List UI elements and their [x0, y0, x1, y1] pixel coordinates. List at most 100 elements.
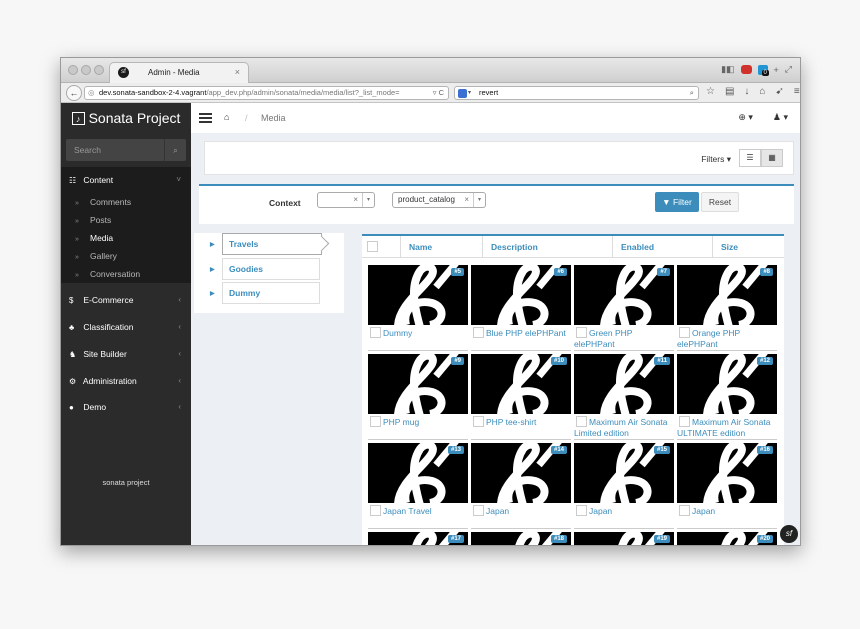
bookmark-star-icon[interactable]: ☆	[706, 86, 715, 97]
media-name-link[interactable]: Dummy	[383, 328, 412, 338]
sidebar-item-comments[interactable]: » Comments	[61, 193, 191, 211]
tree-item-travels[interactable]: ▶ Travels	[194, 233, 344, 257]
media-select-checkbox[interactable]	[679, 327, 690, 338]
media-card[interactable]: #20	[677, 532, 777, 545]
media-thumbnail[interactable]: #14	[471, 443, 571, 503]
media-card[interactable]: #6 Blue PHP elePHPant	[471, 265, 571, 351]
media-card[interactable]: #7 Green PHP elePHPant	[574, 265, 674, 351]
media-thumbnail[interactable]: #5	[368, 265, 468, 325]
media-thumbnail[interactable]: #12	[677, 354, 777, 414]
media-name-link[interactable]: Japan	[486, 506, 509, 516]
media-thumbnail[interactable]: #16	[677, 443, 777, 503]
media-thumbnail[interactable]: #19	[574, 532, 674, 545]
sidebar-item-posts[interactable]: » Posts	[61, 211, 191, 229]
clear-icon[interactable]: ×	[464, 193, 469, 207]
extension-icon[interactable]: 0	[757, 64, 769, 76]
download-icon[interactable]: ↓	[744, 86, 749, 97]
media-card[interactable]: #16 Japan	[677, 443, 777, 529]
new-tab-icon[interactable]: +	[774, 65, 779, 75]
reload-icon[interactable]: ▿ C	[433, 87, 444, 99]
tree-item-dummy[interactable]: ▶ Dummy	[194, 282, 344, 306]
media-thumbnail[interactable]: #13	[368, 443, 468, 503]
search-engine-caret-icon[interactable]: ▾	[468, 87, 471, 99]
media-select-checkbox[interactable]	[370, 327, 381, 338]
clipboard-icon[interactable]: ▤	[725, 86, 734, 97]
column-size[interactable]: Size	[712, 236, 784, 258]
media-name-link[interactable]: Japan	[692, 506, 715, 516]
media-card[interactable]: #14 Japan	[471, 443, 571, 529]
media-thumbnail[interactable]: #20	[677, 532, 777, 545]
tree-item-goodies[interactable]: ▶ Goodies	[194, 258, 344, 282]
sidebar-item-gallery[interactable]: » Gallery	[61, 247, 191, 265]
media-card[interactable]: #9 PHP mug	[368, 354, 468, 440]
media-name-link[interactable]: PHP mug	[383, 417, 419, 427]
media-select-checkbox[interactable]	[473, 505, 484, 516]
select-all-checkbox[interactable]	[367, 241, 378, 252]
filters-dropdown-button[interactable]: Filters ▾	[701, 154, 731, 165]
home-browser-icon[interactable]: ⌂	[759, 86, 765, 97]
mosaic-view-icon[interactable]: ▦	[761, 149, 783, 167]
minimize-window-button[interactable]	[81, 65, 91, 75]
abp-extension-icon[interactable]	[740, 65, 752, 74]
media-thumbnail[interactable]: #9	[368, 354, 468, 414]
search-icon[interactable]: ⌕	[690, 87, 694, 99]
media-select-checkbox[interactable]	[473, 327, 484, 338]
brand-logo[interactable]: ♪ Sonata Project	[61, 103, 191, 133]
context-value-select[interactable]: product_catalog × ▾	[392, 192, 486, 208]
reset-button[interactable]: Reset	[701, 192, 739, 212]
media-name-link[interactable]: Blue PHP elePHPant	[486, 328, 566, 338]
filter-button[interactable]: ▼ Filter	[655, 192, 699, 212]
media-card[interactable]: #18	[471, 532, 571, 545]
media-select-checkbox[interactable]	[679, 416, 690, 427]
media-thumbnail[interactable]: #8	[677, 265, 777, 325]
media-select-checkbox[interactable]	[679, 505, 690, 516]
media-name-link[interactable]: Maximum Air Sonata Limited edition	[574, 417, 667, 438]
clear-icon[interactable]: ×	[353, 193, 358, 207]
sidebar-search-input[interactable]: Search ⌕	[66, 139, 186, 161]
media-card[interactable]: #12 Maximum Air Sonata ULTIMATE edition	[677, 354, 777, 440]
sidebar-item-administration[interactable]: ⚙ Administration ‹	[61, 368, 191, 394]
media-select-checkbox[interactable]	[576, 505, 587, 516]
fullscreen-icon[interactable]: ⤢	[785, 64, 792, 75]
browser-search-bar[interactable]: ▾ revert ⌕	[454, 86, 699, 100]
media-thumbnail[interactable]: #6	[471, 265, 571, 325]
media-card[interactable]: #8 Orange PHP elePHPant	[677, 265, 777, 351]
media-select-checkbox[interactable]	[576, 327, 587, 338]
sidebar-item-demo[interactable]: ● Demo ‹	[61, 394, 191, 420]
sidebar-item-classification[interactable]: ♣ Classification ‹	[61, 314, 191, 340]
media-select-checkbox[interactable]	[370, 505, 381, 516]
add-new-button[interactable]: ⊕ ▾	[738, 112, 753, 123]
reader-icon[interactable]: ▮◧	[721, 64, 734, 75]
close-window-button[interactable]	[68, 65, 78, 75]
share-icon[interactable]: ➹	[775, 86, 783, 97]
media-thumbnail[interactable]: #10	[471, 354, 571, 414]
url-bar[interactable]: ◎ dev.sonata-sandbox-2-4.vagrant/app_dev…	[84, 86, 449, 100]
media-thumbnail[interactable]: #17	[368, 532, 468, 545]
column-name[interactable]: Name	[400, 236, 482, 258]
user-menu-button[interactable]: ♟ ▾	[773, 112, 788, 123]
sidebar-item-media[interactable]: » Media	[61, 229, 191, 247]
context-operator-select[interactable]: × ▾	[317, 192, 375, 208]
media-thumbnail[interactable]: #7	[574, 265, 674, 325]
symfony-toolbar-icon[interactable]: sf	[780, 525, 798, 543]
media-name-link[interactable]: PHP tee-shirt	[486, 417, 536, 427]
media-card[interactable]: #5 Dummy	[368, 265, 468, 351]
chevron-down-icon[interactable]: ▾	[362, 193, 374, 207]
menu-icon[interactable]: ≡	[794, 86, 800, 97]
browser-tab[interactable]: sf Admin - Media ×	[109, 62, 249, 83]
sidebar-search-icon[interactable]: ⌕	[164, 139, 186, 161]
home-icon[interactable]: ⌂	[224, 112, 229, 122]
media-card[interactable]: #19	[574, 532, 674, 545]
column-enabled[interactable]: Enabled	[612, 236, 712, 258]
media-card[interactable]: #11 Maximum Air Sonata Limited edition	[574, 354, 674, 440]
media-card[interactable]: #17	[368, 532, 468, 545]
media-thumbnail[interactable]: #15	[574, 443, 674, 503]
media-name-link[interactable]: Japan	[589, 506, 612, 516]
media-thumbnail[interactable]: #18	[471, 532, 571, 545]
sidebar-item-ecommerce[interactable]: $ E-Commerce ‹	[61, 287, 191, 313]
column-description[interactable]: Description	[482, 236, 612, 258]
media-card[interactable]: #10 PHP tee-shirt	[471, 354, 571, 440]
media-name-link[interactable]: Maximum Air Sonata ULTIMATE edition	[677, 417, 770, 438]
media-select-checkbox[interactable]	[576, 416, 587, 427]
chevron-down-icon[interactable]: ▾	[473, 193, 485, 207]
